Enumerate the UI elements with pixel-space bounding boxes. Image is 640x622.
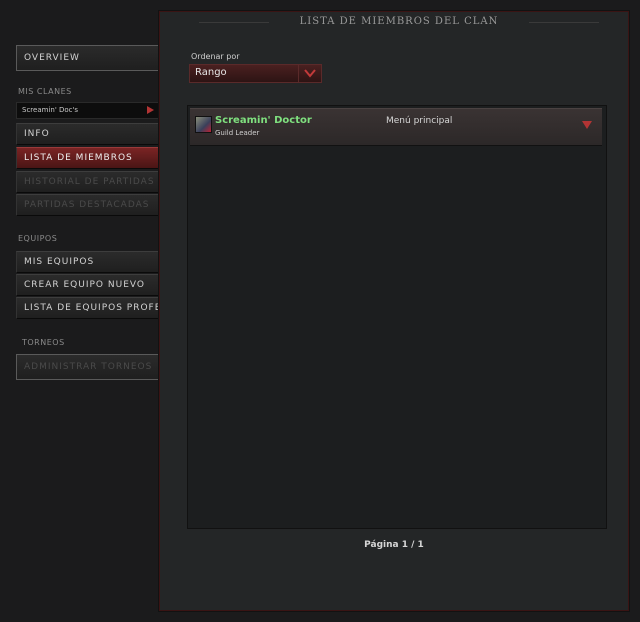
title-divider-right bbox=[529, 22, 599, 23]
member-role: Guild Leader bbox=[215, 129, 260, 137]
sidebar-item-member-list[interactable]: LISTA DE MIEMBROS bbox=[16, 147, 159, 169]
member-name: Screamin' Doctor bbox=[215, 115, 312, 126]
sidebar-item-match-history: HISTORIAL DE PARTIDAS bbox=[16, 171, 159, 193]
sidebar-item-manage-tournaments: ADMINISTRAR TORNEOS bbox=[16, 354, 159, 380]
dropdown-arrow-icon[interactable] bbox=[582, 121, 592, 129]
sidebar-item-my-teams[interactable]: MIS EQUIPOS bbox=[16, 251, 159, 273]
clan-selector[interactable]: Screamin' Doc's bbox=[16, 102, 159, 119]
member-list: Screamin' Doctor Guild Leader Menú princ… bbox=[187, 105, 607, 529]
sidebar-item-create-team[interactable]: CREAR EQUIPO NUEVO bbox=[16, 274, 159, 296]
clan-selector-value: Screamin' Doc's bbox=[22, 106, 79, 114]
panel-title: LISTA DE MIEMBROS DEL CLAN bbox=[299, 16, 499, 27]
sidebar-item-pro-teams-list[interactable]: LISTA DE EQUIPOS PROFESIONALES bbox=[16, 297, 159, 319]
member-list-panel: LISTA DE MIEMBROS DEL CLAN Ordenar por R… bbox=[158, 10, 630, 612]
avatar bbox=[195, 116, 212, 133]
caret-right-icon bbox=[147, 106, 154, 114]
overview-button[interactable]: OVERVIEW bbox=[16, 45, 159, 71]
tournaments-heading: TORNEOS bbox=[22, 338, 65, 347]
my-clans-heading: MIS CLANES bbox=[18, 87, 72, 96]
teams-heading: EQUIPOS bbox=[18, 234, 58, 243]
member-row[interactable]: Screamin' Doctor Guild Leader Menú princ… bbox=[190, 108, 602, 146]
sort-label: Ordenar por bbox=[191, 52, 240, 61]
sidebar-item-featured-matches: PARTIDAS DESTACADAS bbox=[16, 194, 159, 216]
sort-dropdown-value: Rango bbox=[195, 67, 227, 78]
member-menu-label: Menú principal bbox=[386, 116, 453, 126]
sidebar: OVERVIEW MIS CLANES Screamin' Doc's INFO… bbox=[0, 0, 165, 622]
chevron-down-icon bbox=[298, 65, 321, 82]
sidebar-item-info[interactable]: INFO bbox=[16, 123, 159, 145]
sort-dropdown[interactable]: Rango bbox=[189, 64, 322, 83]
title-divider-left bbox=[199, 22, 269, 23]
page-indicator: Página 1 / 1 bbox=[364, 540, 424, 550]
